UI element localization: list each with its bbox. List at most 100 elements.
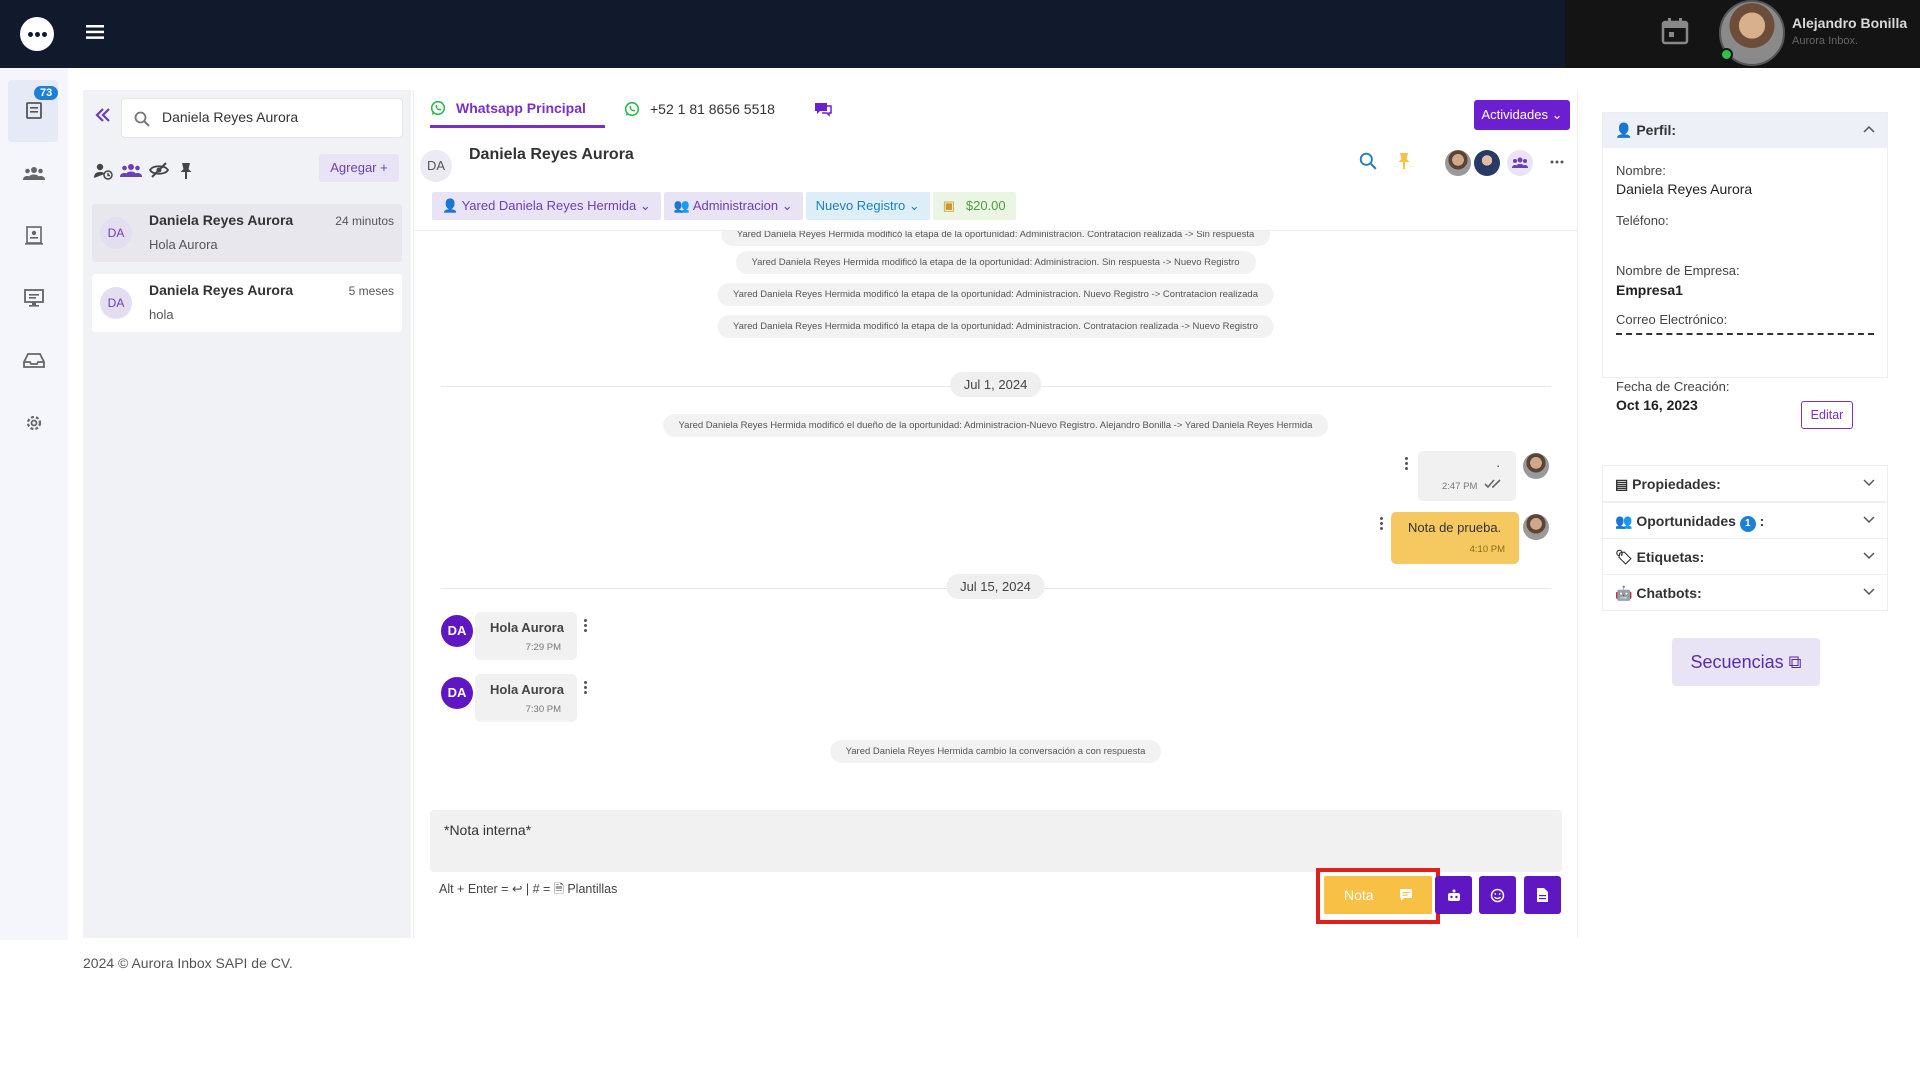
opportunities-section[interactable]: 👥 Oportunidades 1 :: [1602, 502, 1888, 539]
date-label: Jul 1, 2024: [949, 372, 1042, 397]
incoming-message: Hola Aurora 7:29 PM: [475, 612, 577, 660]
message-time: 7:29 PM: [525, 642, 561, 653]
robot-icon: 🤖: [1615, 585, 1633, 601]
search-icon: [134, 111, 150, 127]
user-org: Aurora Inbox.: [1792, 35, 1859, 47]
inbox-count-badge: 73: [34, 86, 59, 100]
field-label: Teléfono:: [1616, 213, 1669, 228]
search-box: [121, 98, 403, 138]
contact-avatar: DA: [441, 677, 473, 709]
unassigned-filter-icon[interactable]: [93, 162, 113, 180]
money-icon: ▣: [942, 198, 956, 213]
edit-button[interactable]: Editar: [1801, 401, 1853, 429]
settings-gear-icon[interactable]: [20, 409, 48, 437]
note-button[interactable]: Nota: [1324, 876, 1432, 914]
activities-dropdown-button[interactable]: Actividades ⌄: [1474, 100, 1570, 130]
message-text: Hola Aurora: [490, 682, 564, 697]
stage-dropdown[interactable]: Nuevo Registro ⌄: [805, 192, 930, 220]
calendar-icon[interactable]: [1660, 16, 1690, 46]
team-members-icon[interactable]: [1507, 150, 1533, 176]
tags-section[interactable]: 🏷 Etiquetas:: [1602, 538, 1888, 575]
email-value-obscured: [1616, 333, 1874, 335]
team-dropdown[interactable]: 👥 Administracion ⌄: [663, 192, 803, 220]
inbox-icon[interactable]: [20, 96, 48, 124]
contact-name: Daniela Reyes Aurora: [469, 146, 634, 163]
conversation-item[interactable]: DA Daniela Reyes Aurora hola 5 meses: [92, 274, 402, 332]
left-nav-rail: [0, 68, 68, 940]
system-message: Yared Daniela Reyes Hermida modificó la …: [720, 231, 1271, 246]
company-value: Empresa1: [1616, 282, 1683, 298]
agent-avatar: [1523, 514, 1549, 540]
internal-note-message: Nota de prueba. 4:10 PM: [1391, 512, 1519, 564]
conversation-list-panel: Agregar + DA Daniela Reyes Aurora Hola A…: [83, 90, 411, 938]
message-input[interactable]: *Nota interna*: [430, 810, 1562, 872]
pin-filter-icon[interactable]: [179, 162, 193, 180]
note-comment-icon: [1399, 888, 1413, 902]
menu-icon[interactable]: [86, 24, 104, 40]
keyboard-hint: Alt + Enter = ↩ | # = 🗎 Plantillas: [439, 882, 618, 896]
chevron-down-icon: [1863, 588, 1875, 596]
message-thread: Yared Daniela Reyes Hermida modificó la …: [414, 230, 1577, 790]
agent-avatar[interactable]: [1474, 150, 1500, 176]
smile-icon: [1490, 888, 1505, 902]
team-filter-icon[interactable]: [120, 162, 142, 178]
properties-section[interactable]: ▤ Propiedades:: [1602, 465, 1888, 502]
contacts-icon[interactable]: [20, 159, 48, 187]
chevron-up-icon: [1863, 125, 1875, 133]
collapse-double-chevron-icon[interactable]: [95, 108, 111, 122]
app-logo[interactable]: [20, 17, 54, 51]
search-icon[interactable]: [1359, 152, 1377, 170]
amount-tag[interactable]: ▣ $20.00: [932, 192, 1016, 220]
message-time: 4:10 PM: [1469, 544, 1505, 555]
message-text: Nota de prueba.: [1408, 520, 1502, 535]
profile-header[interactable]: 👤 Perfil:: [1603, 113, 1887, 148]
message-time: 2:47 PM: [1442, 481, 1478, 492]
message-options-icon[interactable]: [584, 681, 588, 696]
contact-name-value: Daniela Reyes Aurora: [1616, 181, 1753, 197]
message-composer: *Nota interna*: [430, 810, 1562, 872]
monitor-icon[interactable]: [20, 284, 48, 312]
message-options-icon[interactable]: [1405, 457, 1409, 472]
agent-avatar[interactable]: [1445, 150, 1471, 176]
system-message: Yared Daniela Reyes Hermida modificó el …: [662, 414, 1329, 437]
system-message: Yared Daniela Reyes Hermida cambio la co…: [829, 740, 1162, 763]
emoji-button[interactable]: [1479, 876, 1516, 914]
tab-internal-chat[interactable]: [814, 90, 832, 128]
whatsapp-icon: [430, 100, 446, 116]
chat-bubble-icon: [814, 101, 832, 117]
tray-icon[interactable]: [20, 346, 48, 374]
more-options-icon[interactable]: [1550, 160, 1564, 164]
tab-phone-number[interactable]: +52 1 81 8656 5518: [624, 90, 775, 128]
conversation-item[interactable]: DA Daniela Reyes Aurora Hola Aurora 24 m…: [92, 204, 402, 262]
field-label: Fecha de Creación:: [1616, 379, 1730, 394]
user-name: Alejandro Bonilla: [1792, 15, 1908, 31]
outgoing-message: . 2:47 PM: [1418, 451, 1516, 501]
tag-icon: 🏷: [1615, 549, 1633, 565]
conversation-avatar: DA: [100, 287, 132, 319]
hidden-filter-icon[interactable]: [149, 162, 169, 178]
pin-icon[interactable]: [1397, 152, 1411, 170]
tab-whatsapp-principal[interactable]: Whatsapp Principal: [430, 90, 605, 128]
online-status-indicator: [1720, 48, 1733, 61]
document-icon: [1537, 888, 1548, 902]
owner-dropdown[interactable]: 👤 Yared Daniela Reyes Hermida ⌄: [432, 192, 661, 220]
chevron-down-icon: [1863, 552, 1875, 560]
message-options-icon[interactable]: [584, 619, 588, 634]
template-button[interactable]: [1524, 876, 1561, 914]
profile-card: 👤 Perfil: Nombre: Daniela Reyes Aurora T…: [1602, 112, 1888, 413]
contact-detail-panel: 👤 Perfil: Nombre: Daniela Reyes Aurora T…: [1580, 90, 1906, 938]
tab-label: Whatsapp Principal: [456, 99, 586, 116]
directory-icon[interactable]: [20, 221, 48, 249]
message-options-icon[interactable]: [1380, 517, 1384, 532]
chatbot-button[interactable]: [1435, 876, 1472, 914]
sequences-button[interactable]: Secuencias ⧉: [1672, 638, 1820, 686]
chatbots-section[interactable]: 🤖 Chatbots:: [1602, 574, 1888, 611]
contact-avatar: DA: [420, 150, 452, 182]
note-button-label: Nota: [1344, 887, 1374, 903]
system-message: Yared Daniela Reyes Hermida modificó la …: [717, 283, 1274, 306]
search-input[interactable]: [162, 109, 392, 125]
system-message: Yared Daniela Reyes Hermida modificó la …: [735, 251, 1256, 274]
message-text: Hola Aurora: [490, 620, 564, 635]
conversation-name: Daniela Reyes Aurora: [149, 212, 294, 228]
add-button[interactable]: Agregar +: [319, 154, 399, 182]
